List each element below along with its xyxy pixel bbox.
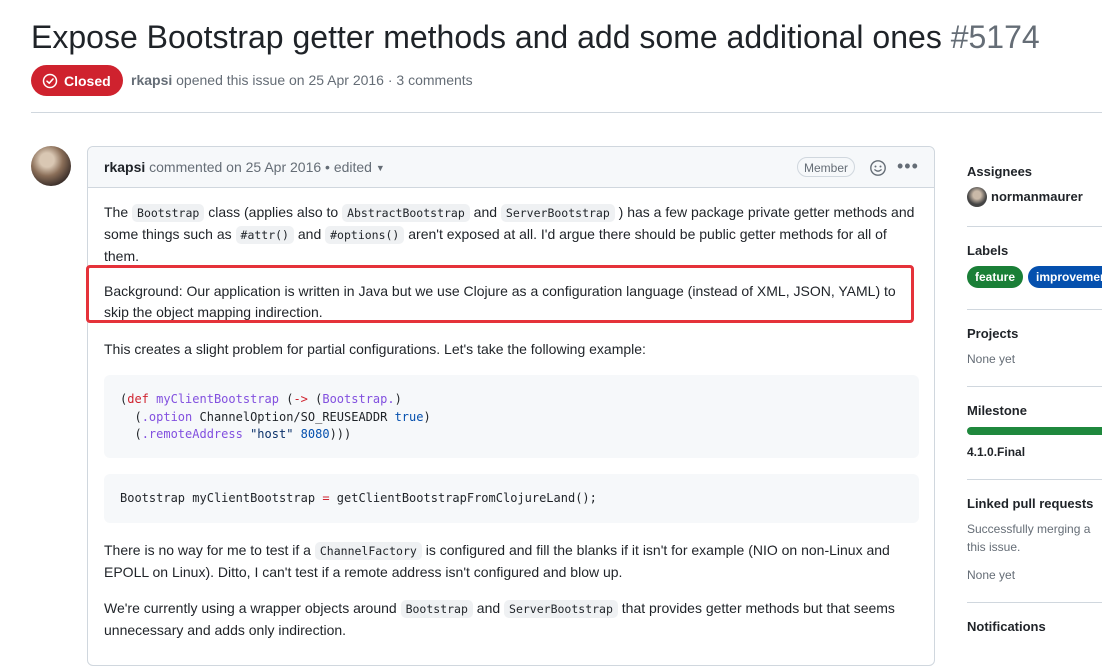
comment-paragraph-4: There is no way for me to test if a Chan… xyxy=(104,540,924,583)
code-token: Bootstrap xyxy=(120,491,186,505)
comment-paragraph-5: We're currently using a wrapper objects … xyxy=(104,598,924,641)
sidebar-divider xyxy=(967,386,1102,387)
smiley-icon[interactable] xyxy=(869,159,887,177)
linked-prs-text: Successfully merging a xyxy=(967,522,1091,536)
milestone-title[interactable]: Milestone xyxy=(967,403,1027,418)
comment-paragraph-3: This creates a slight problem for partia… xyxy=(104,341,646,357)
text: and xyxy=(469,204,501,220)
projects-value: None yet xyxy=(967,352,1016,366)
issue-closed-icon xyxy=(42,73,58,88)
header-divider xyxy=(31,112,1102,113)
assignee-avatar[interactable] xyxy=(967,187,987,207)
milestone-progress-bar xyxy=(967,427,1102,435)
sidebar-divider xyxy=(967,479,1102,480)
code-block-clojure: (def myClientBootstrap (-> (Bootstrap.) … xyxy=(104,375,919,458)
code-token: 8080 xyxy=(300,427,330,441)
code-token: = xyxy=(322,491,330,505)
code-token: myClientBootstrap xyxy=(192,491,316,505)
inline-code: AbstractBootstrap xyxy=(342,204,470,222)
linked-prs-title: Linked pull requests xyxy=(967,496,1094,511)
sidebar-divider xyxy=(967,602,1102,603)
comment-paragraph-2: Background: Our application is written i… xyxy=(104,283,896,320)
labels-title[interactable]: Labels xyxy=(967,243,1008,258)
text: and xyxy=(293,226,326,242)
text: We're currently using a wrapper objects … xyxy=(104,600,401,616)
notifications-title: Notifications xyxy=(967,619,1046,634)
text: and xyxy=(472,600,505,616)
code-token: getClientBootstrapFromClojureLand(); xyxy=(336,491,597,505)
comment-paragraph-1: The Bootstrap class (applies also to Abs… xyxy=(104,202,924,267)
inline-code: #attr() xyxy=(235,226,294,244)
comment-meta: rkapsi commented on 25 Apr 2016 • edited… xyxy=(104,159,385,175)
issue-author-link[interactable]: rkapsi xyxy=(131,72,172,88)
assignees-title[interactable]: Assignees xyxy=(967,164,1032,179)
code-token: .option xyxy=(141,409,193,424)
code-block-java: Bootstrap myClientBootstrap = getClientB… xyxy=(104,474,919,523)
code-token: .remoteAddress xyxy=(141,427,243,441)
assignee-link[interactable]: normanmaurer xyxy=(991,189,1083,204)
code-token: myClientBootstrap xyxy=(156,392,279,406)
inline-code: ChannelFactory xyxy=(314,542,422,560)
label-improvement[interactable]: improvement xyxy=(1028,266,1102,288)
label-feature[interactable]: feature xyxy=(967,266,1024,288)
chevron-down-icon[interactable]: ▼ xyxy=(376,163,385,173)
comment-box: rkapsi commented on 25 Apr 2016 • edited… xyxy=(86,146,935,666)
kebab-menu-icon[interactable]: ••• xyxy=(897,156,919,177)
inline-code: ServerBootstrap xyxy=(504,600,618,618)
projects-title[interactable]: Projects xyxy=(967,326,1018,341)
inline-code: Bootstrap xyxy=(132,204,205,222)
state-label: Closed xyxy=(64,72,111,89)
sidebar-divider xyxy=(967,226,1102,227)
comment-author-link[interactable]: rkapsi xyxy=(104,159,145,175)
code-token: "host" xyxy=(250,427,294,441)
code-token: true xyxy=(394,409,424,424)
inline-code: ServerBootstrap xyxy=(500,204,615,222)
issue-title-text: Expose Bootstrap getter methods and add … xyxy=(31,19,942,55)
author-avatar[interactable] xyxy=(31,146,71,186)
member-badge: Member xyxy=(797,157,856,177)
sidebar-divider xyxy=(967,309,1102,310)
text: The xyxy=(104,204,133,220)
issue-title: Expose Bootstrap getter methods and add … xyxy=(31,16,1040,58)
issue-meta: rkapsi opened this issue on 25 Apr 2016 … xyxy=(131,72,473,88)
milestone-link[interactable]: 4.1.0.Final xyxy=(967,445,1025,459)
linked-prs-text: this issue. xyxy=(967,540,1021,554)
text: There is no way for me to test if a xyxy=(104,542,315,558)
comment-meta-text[interactable]: commented on 25 Apr 2016 • edited xyxy=(149,159,372,175)
inline-code: #options() xyxy=(325,226,405,244)
code-token: Bootstrap. xyxy=(322,392,395,406)
comment-header: rkapsi commented on 25 Apr 2016 • edited… xyxy=(88,147,934,188)
text: class (applies also to xyxy=(204,204,343,220)
state-badge-closed: Closed xyxy=(31,65,123,96)
inline-code: Bootstrap xyxy=(400,600,473,618)
issue-opened-text: opened this issue on 25 Apr 2016 · 3 com… xyxy=(176,72,473,88)
code-token: -> xyxy=(293,392,308,406)
linked-prs-value: None yet xyxy=(967,568,1016,582)
issue-number: #5174 xyxy=(950,19,1040,55)
code-token: def xyxy=(127,392,149,406)
code-token: ChannelOption/SO_REUSEADDR xyxy=(199,409,388,424)
